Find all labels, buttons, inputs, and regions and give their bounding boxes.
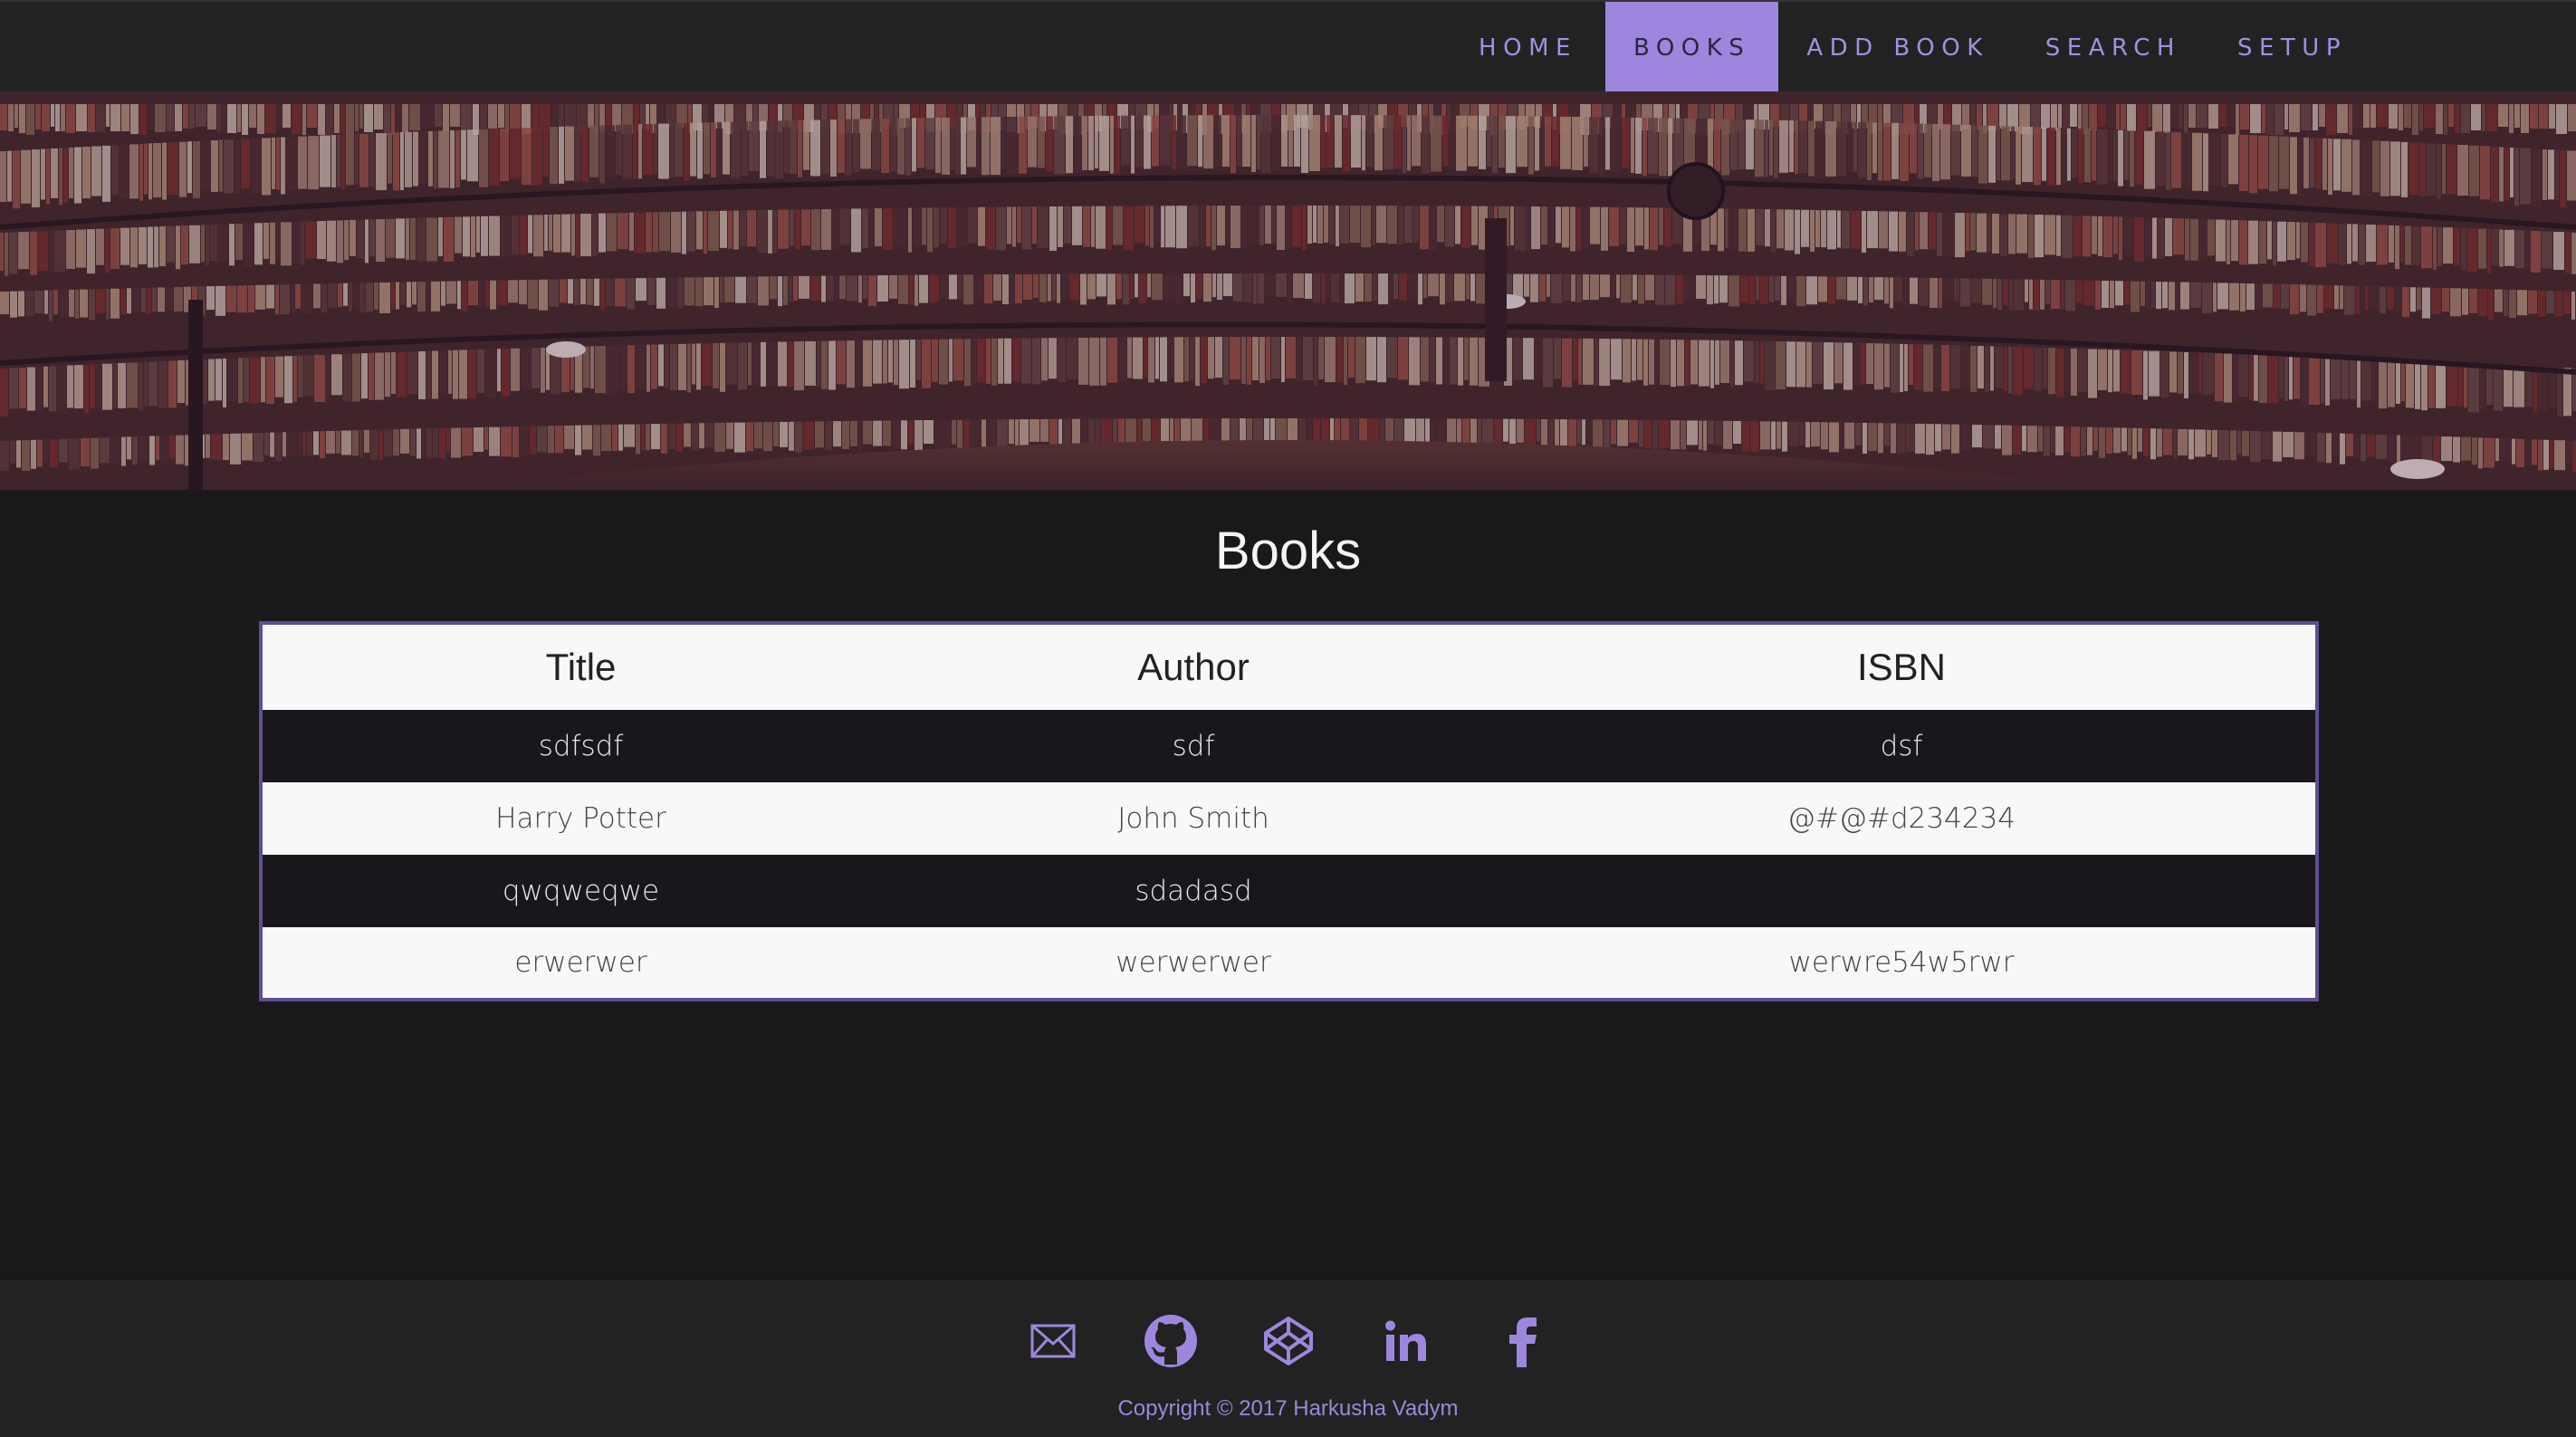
table-row[interactable]: qwqweqwe sdadasd [261,855,2317,927]
hero-banner-library-image [0,91,2576,490]
cell-title: qwqweqwe [261,855,899,927]
cell-isbn: dsf [1488,710,2317,782]
page-footer: Copyright © 2017 Harkusha Vadym [0,1280,2576,1437]
nav-item-add-book[interactable]: ADD BOOK [1778,2,2016,93]
copyright-text: Copyright © 2017 Harkusha Vadym [1117,1396,1459,1421]
table-row[interactable]: erwerwer werwerwer werwre54w5rwr [261,927,2317,1000]
social-links [0,1312,2576,1370]
cell-author: sdadasd [899,855,1488,927]
cell-isbn: werwre54w5rwr [1488,927,2317,1000]
cell-author: sdf [899,710,1488,782]
column-header-author[interactable]: Author [899,623,1488,710]
top-navbar: HOME BOOKS ADD BOOK SEARCH SETUP [0,0,2576,93]
column-header-title[interactable]: Title [261,623,899,710]
table-row[interactable]: sdfsdf sdf dsf [261,710,2317,782]
cell-title: erwerwer [261,927,899,1000]
cell-isbn: @#@#d234234 [1488,782,2317,855]
cell-title: Harry Potter [261,782,899,855]
table-header-row: Title Author ISBN [261,623,2317,710]
page-title: Books [1214,522,1362,580]
cell-title: sdfsdf [261,710,899,782]
cell-author: John Smith [899,782,1488,855]
mail-icon[interactable] [1024,1312,1082,1370]
cell-isbn [1488,855,2317,927]
column-header-isbn[interactable]: ISBN [1488,623,2317,710]
github-icon[interactable] [1142,1312,1200,1370]
nav-menu: HOME BOOKS ADD BOOK SEARCH SETUP [1451,2,2375,93]
books-table: Title Author ISBN sdfsdf sdf dsf Harry P… [259,621,2319,1001]
table-row[interactable]: Harry Potter John Smith @#@#d234234 [261,782,2317,855]
hero-tint-overlay [0,91,2576,490]
nav-item-setup[interactable]: SETUP [2209,2,2375,93]
codepen-icon[interactable] [1259,1312,1317,1370]
nav-item-books[interactable]: BOOKS [1604,2,1779,93]
facebook-icon[interactable] [1495,1312,1553,1370]
nav-item-home[interactable]: HOME [1451,2,1605,93]
nav-item-search[interactable]: SEARCH [2017,2,2209,93]
cell-author: werwerwer [899,927,1488,1000]
linkedin-icon[interactable] [1377,1312,1435,1370]
